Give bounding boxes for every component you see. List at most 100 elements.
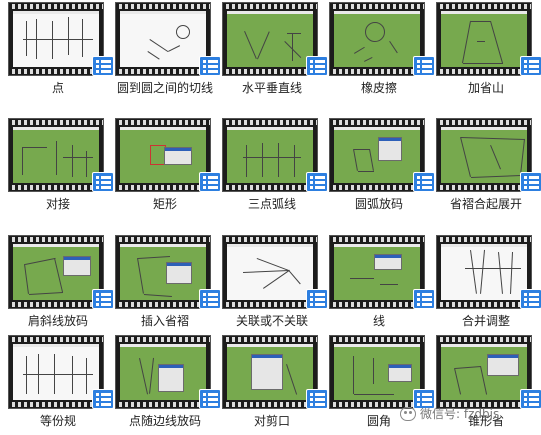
toolbar-strip bbox=[441, 11, 527, 14]
video-item[interactable]: 线 bbox=[329, 235, 435, 335]
video-thumbnail[interactable] bbox=[329, 335, 425, 409]
pattern-line bbox=[54, 258, 63, 293]
pattern-line bbox=[82, 19, 83, 57]
video-thumbnail[interactable] bbox=[222, 118, 318, 192]
video-title[interactable]: 矩形 bbox=[115, 196, 215, 213]
film-perforation bbox=[437, 120, 531, 125]
film-perforation bbox=[223, 69, 317, 74]
video-thumbnail[interactable] bbox=[222, 235, 318, 309]
video-title[interactable]: 点随边线放码 bbox=[115, 413, 215, 430]
video-list-icon bbox=[520, 289, 541, 309]
film-perforation bbox=[9, 337, 103, 342]
video-item[interactable]: 三点弧线 bbox=[222, 118, 328, 218]
video-thumbnail[interactable] bbox=[115, 2, 211, 76]
video-title[interactable]: 肩斜线放码 bbox=[8, 313, 108, 330]
video-thumbnail[interactable] bbox=[222, 2, 318, 76]
pattern-line bbox=[463, 63, 503, 64]
video-item[interactable]: 圆到圆之间的切线 bbox=[115, 2, 221, 102]
video-list-icon bbox=[306, 172, 328, 192]
video-thumbnail[interactable] bbox=[115, 118, 211, 192]
pattern-line bbox=[353, 149, 358, 172]
video-thumbnail[interactable] bbox=[8, 118, 104, 192]
video-item[interactable]: 水平垂直线 bbox=[222, 2, 328, 102]
film-perforation bbox=[116, 120, 210, 125]
film-perforation bbox=[330, 337, 424, 342]
watermark-text: 微信号: fzdbjs bbox=[420, 407, 500, 421]
pattern-line bbox=[460, 137, 471, 178]
pattern-circle bbox=[176, 25, 190, 39]
video-title[interactable]: 橡皮擦 bbox=[329, 80, 429, 97]
video-item[interactable]: 对剪口 bbox=[222, 335, 328, 435]
video-thumbnail[interactable] bbox=[8, 335, 104, 409]
video-thumbnail[interactable] bbox=[222, 335, 318, 409]
video-title[interactable]: 圆到圆之间的切线 bbox=[115, 80, 215, 97]
pattern-line bbox=[29, 292, 64, 295]
video-title[interactable]: 插入省褶 bbox=[115, 313, 215, 330]
film-perforation bbox=[330, 302, 424, 307]
video-thumbnail[interactable] bbox=[115, 335, 211, 409]
pattern-line bbox=[369, 149, 374, 172]
pattern-line bbox=[52, 21, 53, 59]
video-item[interactable]: 插入省褶 bbox=[115, 235, 221, 335]
video-item[interactable]: 等份规 bbox=[8, 335, 114, 435]
video-title[interactable]: 三点弧线 bbox=[222, 196, 322, 213]
video-thumbnail[interactable] bbox=[436, 235, 532, 309]
film-perforation bbox=[116, 185, 210, 190]
video-title[interactable]: 对剪口 bbox=[222, 413, 322, 430]
video-list-icon bbox=[413, 56, 435, 76]
pattern-line bbox=[454, 368, 461, 395]
video-item[interactable]: 点 bbox=[8, 2, 114, 102]
video-title[interactable]: 关联或不关联 bbox=[222, 313, 322, 330]
video-title[interactable]: 等份规 bbox=[8, 413, 108, 430]
video-item[interactable]: 点随边线放码 bbox=[115, 335, 221, 435]
video-item[interactable]: 合并调整 bbox=[436, 235, 541, 335]
dialog-window bbox=[164, 147, 192, 165]
video-thumbnail[interactable] bbox=[329, 118, 425, 192]
video-list-icon bbox=[92, 56, 114, 76]
thumbnail-screen bbox=[120, 244, 206, 300]
pattern-line bbox=[380, 284, 398, 285]
video-list-icon bbox=[306, 389, 328, 409]
video-thumbnail[interactable] bbox=[436, 335, 532, 409]
pattern-line bbox=[510, 251, 513, 294]
dialog-window bbox=[63, 256, 91, 276]
pattern-line bbox=[72, 356, 73, 394]
pattern-line bbox=[462, 20, 471, 63]
video-title[interactable]: 水平垂直线 bbox=[222, 80, 322, 97]
toolbar-strip bbox=[227, 127, 313, 130]
video-item[interactable]: 橡皮擦 bbox=[329, 2, 435, 102]
film-perforation bbox=[330, 69, 424, 74]
video-thumbnail[interactable] bbox=[329, 235, 425, 309]
video-title[interactable]: 线 bbox=[329, 313, 429, 330]
video-item[interactable]: 对接 bbox=[8, 118, 114, 218]
video-item[interactable]: 省褶合起展开 bbox=[436, 118, 541, 218]
video-item[interactable]: 加省山 bbox=[436, 2, 541, 102]
film-perforation bbox=[437, 185, 531, 190]
video-thumbnail[interactable] bbox=[436, 118, 532, 192]
video-thumbnail[interactable] bbox=[436, 2, 532, 76]
video-item[interactable]: 肩斜线放码 bbox=[8, 235, 114, 335]
toolbar-strip bbox=[13, 244, 99, 247]
video-title[interactable]: 加省山 bbox=[436, 80, 536, 97]
video-item[interactable]: 矩形 bbox=[115, 118, 221, 218]
video-thumbnail[interactable] bbox=[115, 235, 211, 309]
thumbnail-screen bbox=[227, 11, 313, 67]
video-title[interactable]: 合并调整 bbox=[436, 313, 536, 330]
pattern-line bbox=[86, 358, 87, 394]
pattern-line bbox=[147, 51, 160, 60]
dialog-window bbox=[166, 262, 192, 284]
video-title[interactable]: 对接 bbox=[8, 196, 108, 213]
video-item[interactable]: 圆弧放码 bbox=[329, 118, 435, 218]
video-title[interactable]: 圆弧放码 bbox=[329, 196, 429, 213]
pattern-line bbox=[471, 175, 522, 178]
video-title[interactable]: 点 bbox=[8, 80, 108, 97]
video-title[interactable]: 省褶合起展开 bbox=[436, 196, 536, 213]
video-thumbnail[interactable] bbox=[329, 2, 425, 76]
film-perforation bbox=[437, 337, 531, 342]
pattern-line bbox=[137, 258, 144, 295]
pattern-line bbox=[56, 141, 57, 175]
video-item[interactable]: 关联或不关联 bbox=[222, 235, 328, 335]
video-thumbnail[interactable] bbox=[8, 235, 104, 309]
video-list-icon bbox=[92, 172, 114, 192]
video-thumbnail[interactable] bbox=[8, 2, 104, 76]
